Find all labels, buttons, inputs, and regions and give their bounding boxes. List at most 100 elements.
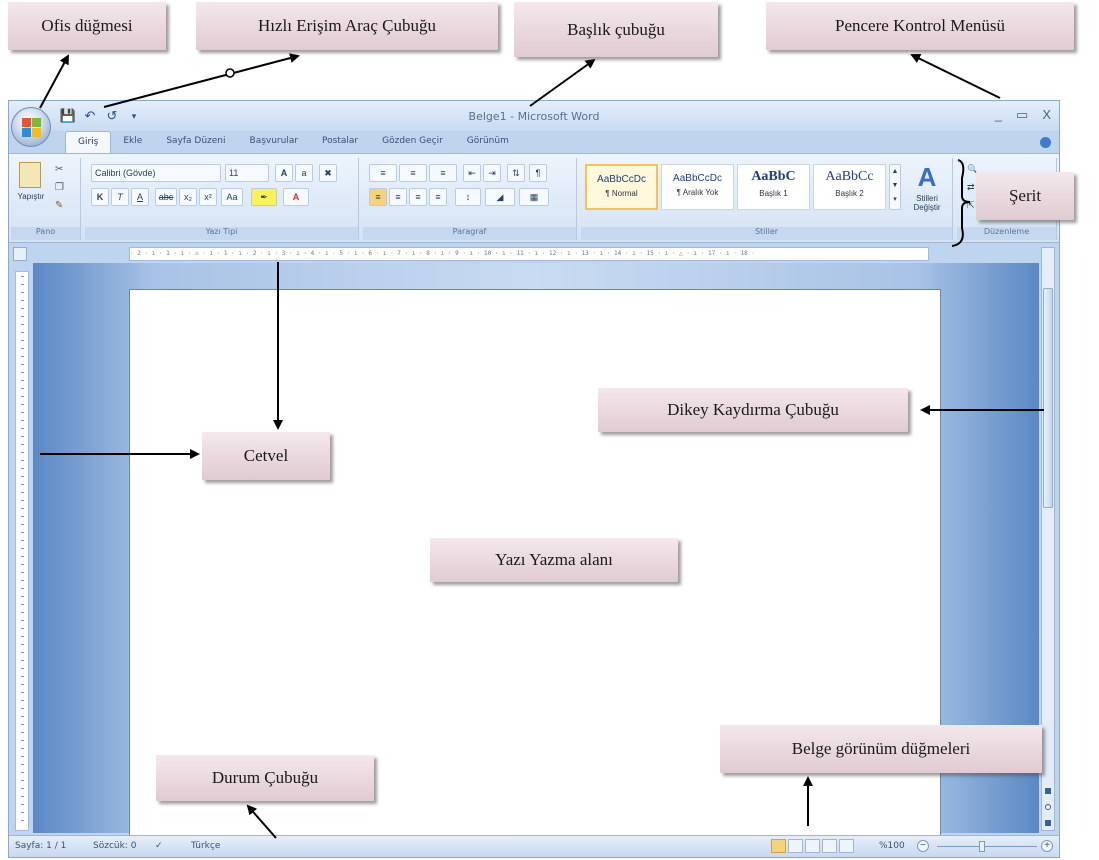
tab-review[interactable]: Gözden Geçir	[370, 131, 455, 153]
full-screen-reading-icon[interactable]	[788, 839, 803, 853]
zoom-level[interactable]: %100	[879, 841, 905, 851]
borders-icon[interactable]: ▦	[519, 188, 549, 206]
shading-icon[interactable]: ◢	[485, 188, 515, 206]
group-label-paragraph: Paragraf	[363, 227, 576, 240]
italic-icon[interactable]: T	[111, 188, 129, 206]
multilevel-list-icon[interactable]: ≡	[429, 164, 457, 182]
change-styles-label[interactable]: Stilleri Değiştir	[903, 194, 951, 212]
decrease-indent-icon[interactable]: ⇤	[463, 164, 481, 182]
minimize-button[interactable]: _	[995, 107, 1002, 123]
tab-insert[interactable]: Ekle	[111, 131, 154, 153]
zoom-slider-track[interactable]	[937, 846, 1037, 847]
zoom-in-icon[interactable]: +	[1041, 840, 1053, 852]
print-layout-icon[interactable]	[771, 839, 786, 853]
font-name-select[interactable]: Calibri (Gövde)	[91, 164, 221, 182]
copy-icon[interactable]: ❐	[55, 182, 64, 193]
label-status-bar: Durum Çubuğu	[156, 755, 374, 801]
ruler-tab-selector[interactable]	[13, 247, 27, 261]
maximize-button[interactable]: ▭	[1016, 107, 1028, 123]
font-size-select[interactable]: 11	[225, 164, 269, 182]
zoom-slider-knob[interactable]	[979, 841, 985, 852]
subscript-icon[interactable]: x₂	[179, 188, 197, 206]
ruler-tick	[21, 716, 24, 717]
line-spacing-icon[interactable]: ↕	[455, 188, 481, 206]
align-left-icon[interactable]: ≡	[369, 188, 387, 206]
scroll-thumb[interactable]	[1043, 288, 1053, 508]
ruler-tick	[21, 556, 24, 557]
ruler-tick	[21, 404, 24, 405]
cut-icon[interactable]: ✂	[55, 164, 63, 175]
sort-icon[interactable]: ⇅	[507, 164, 525, 182]
proofing-icon[interactable]: ✓	[155, 841, 163, 851]
ruler-tick	[21, 532, 24, 533]
tab-references[interactable]: Başvurular	[238, 131, 311, 153]
label-ruler: Cetvel	[202, 432, 330, 480]
tab-page-layout[interactable]: Sayfa Düzeni	[154, 131, 237, 153]
style-name: Başlık 2	[835, 189, 864, 198]
ruler-tick	[21, 636, 24, 637]
change-styles-icon[interactable]: A	[907, 162, 947, 193]
page-count[interactable]: Sayfa: 1 / 1	[15, 841, 66, 851]
redo-icon[interactable]: ↺	[103, 107, 121, 125]
align-right-icon[interactable]: ≡	[409, 188, 427, 206]
select-icon[interactable]: ⇱	[967, 200, 975, 211]
style-normal[interactable]: AaBbCcDc ¶ Normal	[585, 164, 658, 210]
undo-icon[interactable]: ↶	[81, 107, 99, 125]
align-center-icon[interactable]: ≡	[389, 188, 407, 206]
bullets-icon[interactable]: ≡	[369, 164, 397, 182]
change-case-icon[interactable]: Aa	[221, 188, 243, 206]
replace-icon[interactable]: ⇄	[967, 182, 975, 193]
numbering-icon[interactable]: ≡	[399, 164, 427, 182]
tab-view[interactable]: Görünüm	[455, 131, 521, 153]
style-heading-2[interactable]: AaBbCc Başlık 2	[813, 164, 886, 210]
underline-icon[interactable]: A	[131, 188, 149, 206]
strikethrough-icon[interactable]: abc	[155, 188, 177, 206]
ruler-tick	[21, 644, 24, 645]
next-page-icon[interactable]	[1045, 820, 1051, 826]
outline-icon[interactable]	[822, 839, 837, 853]
label-view-buttons: Belge görünüm düğmeleri	[720, 725, 1042, 773]
style-no-spacing[interactable]: AaBbCcDc ¶ Aralık Yok	[661, 164, 734, 210]
office-button[interactable]	[11, 107, 51, 147]
styles-scroll-icon[interactable]: ▲ ▼ ▾	[889, 164, 901, 210]
tab-mailings[interactable]: Postalar	[310, 131, 370, 153]
web-layout-icon[interactable]	[805, 839, 820, 853]
style-sample: AaBbCcDc	[597, 174, 646, 185]
font-color-icon[interactable]: A	[283, 188, 309, 206]
ruler-tick	[21, 300, 24, 301]
increase-indent-icon[interactable]: ⇥	[483, 164, 501, 182]
show-marks-icon[interactable]: ¶	[529, 164, 547, 182]
close-button[interactable]: X	[1042, 107, 1051, 123]
style-heading-1[interactable]: AaBbC Başlık 1	[737, 164, 810, 210]
label-office-button: Ofis düğmesi	[8, 2, 166, 50]
save-icon[interactable]: 💾	[59, 107, 77, 125]
group-label-font: Yazı Tipi	[85, 227, 358, 240]
justify-icon[interactable]: ≡	[429, 188, 447, 206]
customize-qat-icon[interactable]: ▾	[125, 107, 143, 125]
shrink-font-icon[interactable]: a	[295, 164, 313, 182]
horizontal-ruler[interactable]: · 2 · ı · 1 · ı · ⌂ · ı · 1 · ı · 2 · ı …	[129, 247, 929, 261]
bold-icon[interactable]: K	[91, 188, 109, 206]
superscript-icon[interactable]: x²	[199, 188, 217, 206]
help-icon[interactable]	[1040, 137, 1051, 148]
zoom-out-icon[interactable]: −	[917, 840, 929, 852]
ruler-tick	[21, 620, 24, 621]
prev-page-icon[interactable]	[1045, 788, 1051, 794]
draft-icon[interactable]	[839, 839, 854, 853]
vertical-ruler[interactable]	[15, 271, 29, 831]
word-count[interactable]: Sözcük: 0	[93, 841, 136, 851]
highlight-icon[interactable]: ✒	[251, 188, 277, 206]
grow-font-icon[interactable]: A	[275, 164, 293, 182]
browse-object-icon[interactable]	[1045, 804, 1051, 810]
tab-home[interactable]: Giriş	[65, 131, 112, 153]
vertical-scrollbar[interactable]	[1041, 247, 1055, 831]
language-status[interactable]: Türkçe	[191, 841, 220, 851]
clear-format-icon[interactable]: ✖	[319, 164, 337, 182]
quick-access-toolbar: 💾 ↶ ↺ ▾	[59, 106, 143, 126]
ruler-tick	[21, 652, 24, 653]
group-label-editing: Düzenleme	[957, 227, 1056, 240]
ruler-tick	[21, 628, 24, 629]
label-ribbon: Şerit	[976, 172, 1074, 220]
format-painter-icon[interactable]: ✎	[55, 200, 63, 211]
paste-icon[interactable]	[19, 162, 41, 188]
